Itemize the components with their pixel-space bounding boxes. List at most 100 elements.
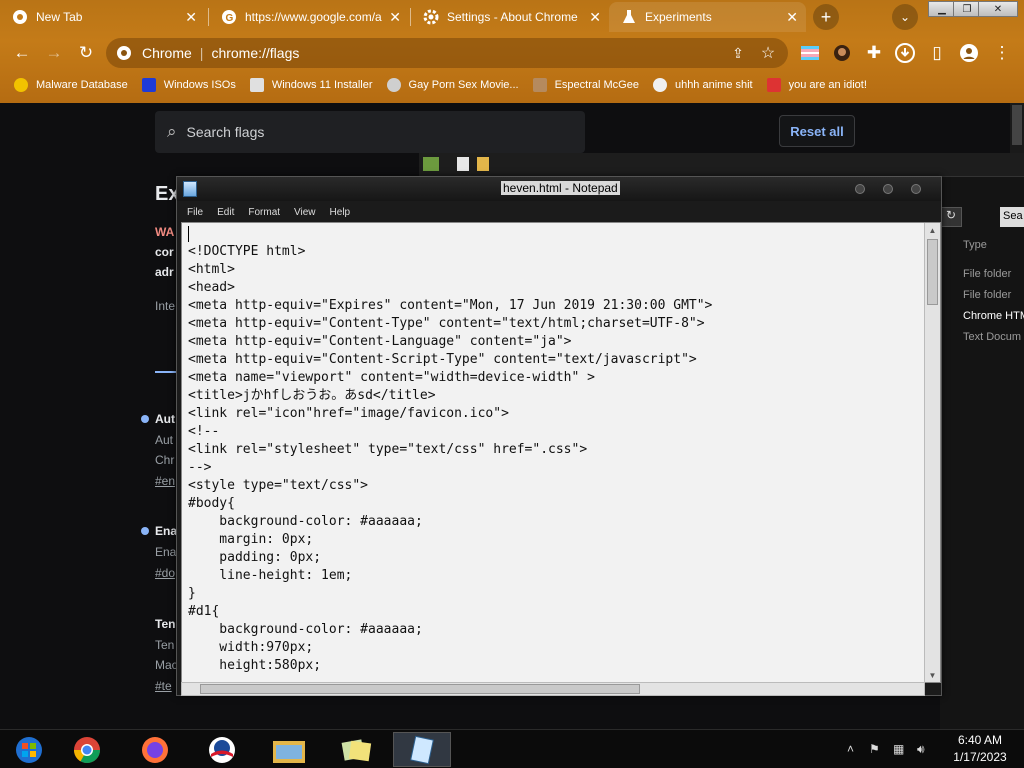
address-bar[interactable]: Chrome | chrome://flags ⇪ ☆ bbox=[106, 38, 788, 68]
vertical-scrollbar[interactable]: ▲ ▼ bbox=[924, 223, 940, 682]
bookmark-windows-11-installer[interactable]: Windows 11 Installer bbox=[249, 78, 373, 92]
bookmark-label: Windows 11 Installer bbox=[271, 79, 373, 91]
flag-desc: Chr bbox=[155, 453, 175, 467]
minimize-button[interactable]: ▁ bbox=[928, 1, 956, 17]
bookmark-malware-database[interactable]: Malware Database bbox=[14, 78, 128, 92]
maximize-button[interactable] bbox=[883, 184, 893, 194]
file-type-cell: Text Docum bbox=[963, 331, 1022, 343]
file-explorer-icon[interactable] bbox=[260, 732, 318, 767]
properties-icon[interactable] bbox=[457, 157, 469, 171]
action-center-flag-icon[interactable]: ⚑ bbox=[869, 742, 880, 756]
flag-link[interactable]: #do bbox=[155, 566, 175, 580]
tab-experiments[interactable]: Experiments ✕ bbox=[609, 2, 806, 32]
url-text: chrome://flags bbox=[211, 45, 300, 61]
scrollbar-thumb[interactable] bbox=[200, 684, 640, 694]
star-icon[interactable]: ☆ bbox=[756, 41, 780, 65]
profile-icon[interactable] bbox=[957, 41, 981, 65]
minimize-button[interactable] bbox=[855, 184, 865, 194]
tab-title: New Tab bbox=[36, 10, 83, 24]
back-icon[interactable]: ← bbox=[10, 41, 34, 65]
network-icon[interactable]: ▦ bbox=[893, 742, 904, 756]
explorer-search-input[interactable]: Sea bbox=[1000, 207, 1024, 227]
download-icon[interactable] bbox=[893, 41, 917, 65]
menu-bar: File Edit Format View Help bbox=[177, 203, 941, 221]
close-icon[interactable]: ✕ bbox=[786, 9, 798, 26]
obama-logo-icon[interactable] bbox=[193, 732, 251, 767]
chrome-icon[interactable] bbox=[58, 732, 116, 767]
chevron-up-icon[interactable]: ˄ bbox=[847, 742, 854, 756]
tab-search-button[interactable]: ⌄ bbox=[892, 4, 918, 30]
bookmark-anime[interactable]: uhhh anime shit bbox=[652, 78, 753, 92]
side-panel-icon[interactable]: ▯ bbox=[925, 41, 949, 65]
flag-link[interactable]: #te bbox=[155, 679, 172, 693]
bookmark-gay-porn[interactable]: Gay Porn Sex Movie... bbox=[386, 78, 519, 92]
new-tab-button[interactable]: + bbox=[813, 4, 839, 30]
flag-desc: Aut bbox=[155, 433, 174, 447]
tab-underline bbox=[155, 371, 177, 373]
notes-icon[interactable] bbox=[477, 157, 489, 171]
close-icon[interactable]: ✕ bbox=[389, 9, 401, 26]
bookmark-espectral-mcgee[interactable]: Espectral McGee bbox=[532, 78, 639, 92]
warning-text: cor bbox=[155, 245, 174, 259]
menu-format[interactable]: Format bbox=[248, 207, 280, 218]
google-icon: G bbox=[221, 9, 237, 25]
extension-avatar-icon[interactable] bbox=[830, 41, 854, 65]
tab-strip: New Tab ✕ G https://www.google.com/a ✕ S… bbox=[0, 0, 1024, 34]
bookmark-icon bbox=[766, 78, 781, 92]
bookmark-windows-isos[interactable]: Windows ISOs bbox=[141, 78, 236, 92]
bookmark-icon bbox=[386, 78, 401, 92]
taskbar-clock[interactable]: 6:40 AM 1/17/2023 bbox=[945, 732, 1015, 766]
notepad-icon bbox=[183, 181, 197, 197]
bookmark-you-are-an-idiot[interactable]: you are an idiot! bbox=[766, 78, 867, 92]
maximize-button[interactable]: ❐ bbox=[953, 1, 981, 17]
close-icon[interactable]: ✕ bbox=[589, 9, 601, 26]
flag-desc: Ten bbox=[155, 638, 175, 652]
scrollbar-thumb[interactable] bbox=[1012, 105, 1022, 145]
menu-file[interactable]: File bbox=[187, 207, 203, 218]
text-editor-area[interactable]: <!DOCTYPE html> <html> <head> <meta http… bbox=[181, 222, 941, 683]
tab-new-tab[interactable]: New Tab ✕ bbox=[0, 2, 205, 32]
window-close-button[interactable]: ✕ bbox=[978, 1, 1018, 17]
search-icon: ⌕ bbox=[167, 122, 177, 141]
folder-icon[interactable] bbox=[423, 157, 439, 171]
reload-icon[interactable]: ↻ bbox=[74, 41, 98, 65]
firefox-icon[interactable] bbox=[126, 732, 184, 767]
bookmark-label: you are an idiot! bbox=[788, 79, 867, 91]
file-explorer-pane: ↻ Sea Type File folder File folder Chrom… bbox=[940, 177, 1024, 737]
close-icon[interactable]: ✕ bbox=[185, 9, 197, 26]
file-type-cell: File folder bbox=[963, 289, 1012, 301]
puzzle-icon[interactable]: ✚ bbox=[862, 41, 886, 65]
menu-view[interactable]: View bbox=[294, 207, 316, 218]
tab-google[interactable]: G https://www.google.com/a ✕ bbox=[209, 2, 409, 32]
scroll-down-icon[interactable]: ▼ bbox=[925, 668, 940, 682]
flag-link[interactable]: #en bbox=[155, 474, 175, 488]
extension-flag-icon[interactable] bbox=[798, 41, 822, 65]
scroll-up-icon[interactable]: ▲ bbox=[925, 223, 940, 237]
windows-start-icon[interactable] bbox=[0, 732, 58, 767]
close-button[interactable] bbox=[911, 184, 921, 194]
sticky-notes-icon[interactable] bbox=[327, 732, 385, 767]
reset-all-button[interactable]: Reset all bbox=[779, 115, 855, 147]
bookmark-icon bbox=[652, 78, 667, 92]
forward-icon[interactable]: → bbox=[42, 41, 66, 65]
volume-icon[interactable]: 🔊︎ bbox=[917, 742, 925, 757]
horizontal-scrollbar[interactable] bbox=[181, 682, 925, 696]
clock-time: 6:40 AM bbox=[957, 733, 1003, 747]
address-divider: | bbox=[199, 45, 204, 61]
share-icon[interactable]: ⇪ bbox=[726, 41, 750, 65]
file-type-cell: File folder bbox=[963, 268, 1012, 280]
column-header-type[interactable]: Type bbox=[963, 239, 987, 251]
menu-help[interactable]: Help bbox=[330, 207, 351, 218]
search-flags-input[interactable]: ⌕ Search flags bbox=[155, 111, 585, 153]
notepad-icon[interactable] bbox=[393, 732, 451, 767]
clock-date: 1/17/2023 bbox=[953, 750, 1007, 764]
notepad-title-bar[interactable]: heven.html - Notepad bbox=[177, 177, 941, 201]
menu-icon[interactable]: ⋮ bbox=[990, 41, 1014, 65]
scrollbar-thumb[interactable] bbox=[927, 239, 938, 305]
menu-edit[interactable]: Edit bbox=[217, 207, 234, 218]
refresh-icon[interactable]: ↻ bbox=[940, 207, 962, 227]
tab-settings[interactable]: Settings - About Chrome ✕ bbox=[411, 2, 609, 32]
tab-title: Experiments bbox=[645, 10, 712, 24]
flag-title: Ena bbox=[155, 524, 178, 538]
chrome-icon bbox=[112, 41, 136, 65]
